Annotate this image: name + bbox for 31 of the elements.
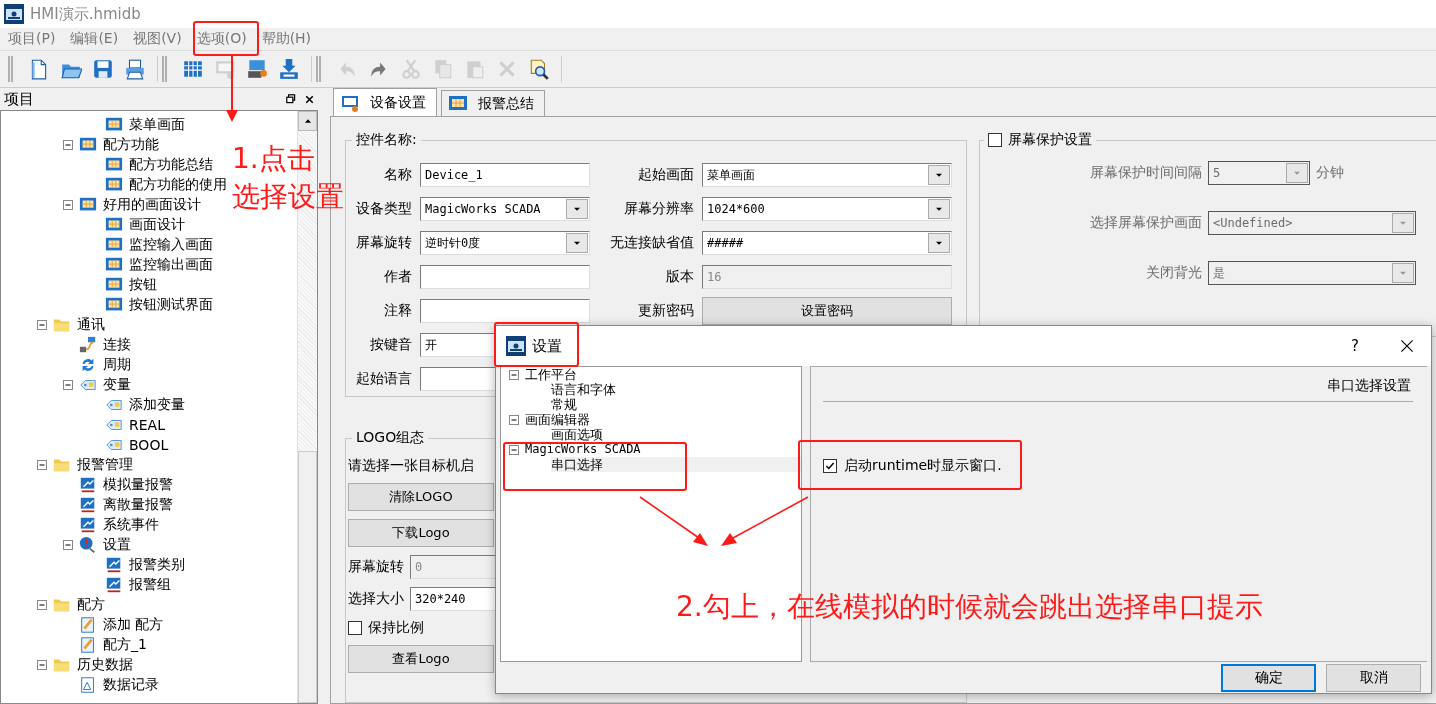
field-label: 无连接缺省值 <box>609 234 694 252</box>
window-title: HMI演示.hmidb <box>30 4 141 24</box>
field-label: 选择大小 <box>348 590 404 608</box>
field-label: 更新密码 <box>637 302 694 320</box>
group-title: LOGO组态 <box>356 429 425 447</box>
annotation-text: 2.勾上，在线模拟的时候就会跳出选择串口提示 <box>676 590 1263 624</box>
field-label: 关闭背光 <box>1145 264 1202 282</box>
field-label: 设备类型 <box>355 200 412 218</box>
unit-label: 分钟 <box>1316 164 1344 182</box>
field-label: 作者 <box>383 268 412 286</box>
checkbox-label: 启动runtime时显示窗口. <box>844 457 1002 475</box>
panel-title: 项目 <box>4 89 35 109</box>
field-label: 起始画面 <box>637 166 694 184</box>
field-label: 屏幕分辨率 <box>623 200 694 218</box>
field-label: 屏幕旋转 <box>355 234 412 252</box>
field-label: 屏幕旋转 <box>348 558 404 576</box>
field-label: 选择屏幕保护画面 <box>1089 214 1202 232</box>
dialog-title: 设置 <box>532 336 563 356</box>
annotation-text: 1.点击 <box>232 142 315 176</box>
group-title: 控件名称: <box>356 131 417 149</box>
annotation-text: 选择设置 <box>232 180 344 214</box>
field-label: 屏幕保护时间间隔 <box>1089 164 1202 182</box>
field-label: 按键音 <box>369 336 412 354</box>
panel-title: 串口选择设置 <box>1326 377 1412 395</box>
field-label: 名称 <box>383 166 412 184</box>
checkbox-label: 屏幕保护设置 <box>1008 131 1092 149</box>
hint-text: 请选择一张目标机启 <box>348 457 474 475</box>
field-label: 版本 <box>665 268 694 286</box>
checkbox-label: 保持比例 <box>368 619 424 637</box>
field-label: 起始语言 <box>355 370 412 388</box>
field-label: 注释 <box>383 302 412 320</box>
